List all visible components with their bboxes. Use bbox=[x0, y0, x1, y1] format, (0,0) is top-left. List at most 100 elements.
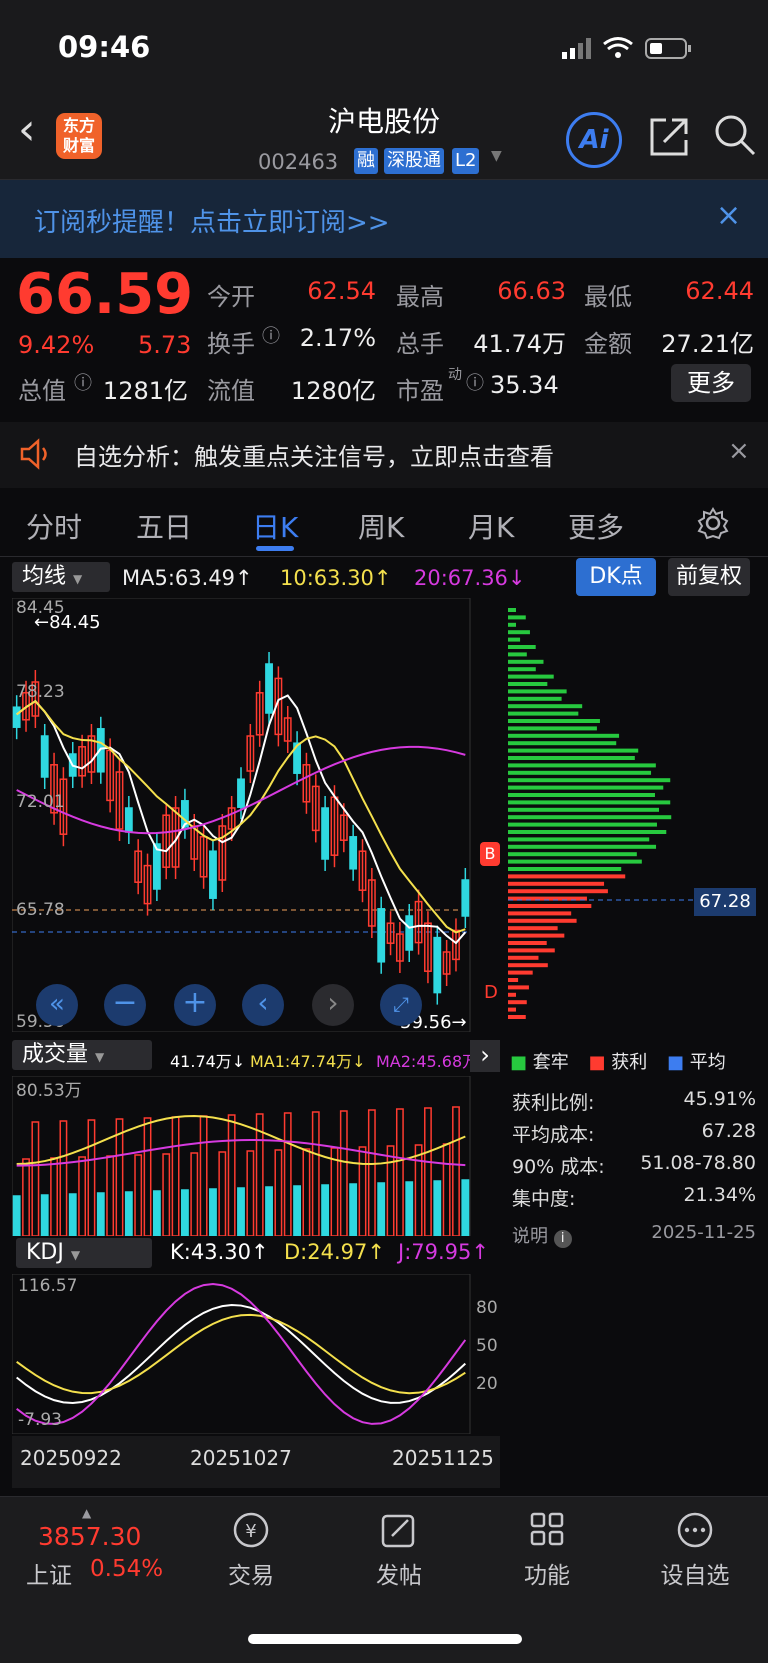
tab-more[interactable]: 更多 bbox=[568, 506, 624, 546]
volume-bar bbox=[106, 1155, 115, 1236]
yen-icon[interactable]: ¥ bbox=[196, 1510, 306, 1559]
volume-bar bbox=[237, 1187, 245, 1236]
current-price: 66.59 bbox=[16, 262, 194, 327]
low-value: 62.44 bbox=[685, 277, 754, 305]
chip-bar bbox=[508, 830, 667, 834]
chip-stat-label: 获利比例: bbox=[512, 1092, 595, 1114]
nav-function[interactable]: 功能 bbox=[492, 1556, 602, 1590]
fullscreen-icon[interactable]: ⤢ bbox=[380, 984, 422, 1026]
grid-icon[interactable] bbox=[492, 1510, 602, 1559]
candle bbox=[349, 836, 358, 870]
more-button[interactable]: 更多 bbox=[671, 364, 751, 402]
index-value[interactable]: 3857.30 bbox=[38, 1522, 141, 1551]
ma10-value: 10:63.30↑ bbox=[280, 566, 392, 590]
next-icon[interactable]: › bbox=[312, 984, 354, 1026]
volume-bar bbox=[59, 1120, 68, 1236]
chip-bar bbox=[508, 659, 544, 664]
edit-icon[interactable] bbox=[344, 1510, 454, 1559]
chip-bar bbox=[508, 785, 664, 790]
kdj-level-50: 50 bbox=[476, 1336, 498, 1356]
chip-legend: ■ 套牢 ■ 获利 ■ 平均 bbox=[510, 1052, 726, 1073]
mcap-value: 1281亿 bbox=[102, 377, 188, 405]
candle bbox=[124, 807, 133, 833]
dk-button[interactable]: DK点 bbox=[576, 558, 656, 596]
chip-bar bbox=[508, 992, 516, 997]
volume-bar bbox=[143, 1117, 152, 1236]
volume-bar bbox=[87, 1119, 96, 1236]
share-icon[interactable] bbox=[646, 114, 692, 160]
banner-text[interactable]: 订阅秒提醒！点击立即订阅>> bbox=[34, 202, 390, 239]
chip-bar bbox=[508, 622, 516, 627]
chip-stat-label: 平均成本: bbox=[512, 1124, 595, 1146]
volume-bar bbox=[134, 1154, 143, 1236]
chip-bar bbox=[508, 674, 554, 679]
kdj-chart[interactable] bbox=[12, 1274, 500, 1434]
pe-label: 市盈 bbox=[396, 377, 444, 405]
ai-button[interactable]: Ai bbox=[566, 112, 622, 168]
kline-chart[interactable] bbox=[12, 598, 500, 1032]
chip-distribution-chart[interactable] bbox=[508, 598, 760, 1032]
chip-note[interactable]: 说明 i bbox=[512, 1222, 572, 1248]
info-icon[interactable]: ⓘ bbox=[74, 369, 92, 395]
info-icon[interactable]: i bbox=[553, 1230, 572, 1248]
chip-bar bbox=[508, 852, 637, 857]
chip-bar bbox=[508, 719, 600, 723]
zoom-out-icon[interactable]: − bbox=[104, 984, 146, 1026]
tab-monthly[interactable]: 月K bbox=[468, 506, 514, 546]
volume-bar bbox=[78, 1156, 87, 1236]
index-pct[interactable]: 0.54% bbox=[90, 1556, 163, 1582]
kdj-min-label: -7.93 bbox=[18, 1410, 62, 1430]
info-icon[interactable]: ⓘ bbox=[466, 369, 484, 395]
candle bbox=[377, 908, 386, 963]
volume-bar bbox=[293, 1185, 302, 1236]
ma5-value: MA5:63.49↑ bbox=[122, 566, 253, 590]
chip-bar bbox=[508, 667, 536, 672]
close-icon[interactable]: × bbox=[728, 436, 750, 466]
ma-select[interactable]: 均线 ▼ bbox=[12, 562, 110, 592]
kdj-level-20: 20 bbox=[476, 1374, 498, 1394]
search-icon[interactable] bbox=[712, 112, 758, 158]
volume-bar bbox=[339, 1110, 348, 1236]
close-icon[interactable]: × bbox=[716, 198, 741, 233]
float-label: 流值 bbox=[207, 377, 255, 405]
nav-trade[interactable]: 交易 bbox=[196, 1556, 306, 1590]
tab-5day[interactable]: 五日 bbox=[136, 506, 192, 546]
chip-bar bbox=[508, 748, 639, 753]
back-icon[interactable]: ‹ bbox=[18, 108, 36, 152]
tab-intraday[interactable]: 分时 bbox=[26, 506, 82, 546]
chip-bar bbox=[508, 822, 657, 827]
nav-post[interactable]: 发帖 bbox=[344, 1556, 454, 1590]
chevron-right-icon[interactable]: › bbox=[470, 1040, 500, 1072]
chevron-down-icon[interactable]: ▼ bbox=[491, 148, 502, 164]
volume-bar bbox=[274, 1149, 283, 1236]
notice-text[interactable]: 自选分析：触发重点关注信号，立即点击查看 bbox=[74, 437, 554, 472]
volume-bar bbox=[124, 1191, 133, 1236]
nav-add-watch[interactable]: 设自选 bbox=[640, 1556, 750, 1590]
chip-bar bbox=[508, 652, 527, 657]
tab-weekly[interactable]: 周K bbox=[358, 506, 404, 546]
candle bbox=[12, 706, 21, 728]
adjust-button[interactable]: 前复权 bbox=[668, 558, 750, 596]
chip-bar bbox=[508, 1015, 526, 1019]
chip-bar bbox=[508, 985, 529, 990]
info-icon[interactable]: ⓘ bbox=[262, 322, 280, 348]
ma20-value: 20:67.36↓ bbox=[414, 566, 526, 590]
vol-ma2: MA2:45.68万 bbox=[376, 1052, 479, 1071]
chip-bar bbox=[508, 682, 548, 686]
volume-bar bbox=[50, 1157, 58, 1236]
chip-date: 2025-11-25 bbox=[651, 1222, 756, 1243]
tab-daily[interactable]: 日K bbox=[252, 506, 298, 546]
vol-select[interactable]: 成交量 ▼ bbox=[12, 1040, 152, 1070]
fast-back-icon[interactable]: « bbox=[36, 984, 78, 1026]
zoom-in-icon[interactable]: + bbox=[174, 984, 216, 1026]
prev-icon[interactable]: ‹ bbox=[242, 984, 284, 1026]
date-label-2: 20251027 bbox=[190, 1446, 292, 1470]
more-icon[interactable] bbox=[640, 1510, 750, 1559]
volume-chart[interactable] bbox=[12, 1076, 500, 1236]
chip-bar bbox=[508, 778, 671, 783]
chip-stat-label: 集中度: bbox=[512, 1188, 576, 1210]
gear-icon[interactable] bbox=[696, 506, 730, 540]
index-name[interactable]: 上证 bbox=[26, 1556, 72, 1590]
triangle-up-icon: ▲ bbox=[82, 1506, 92, 1520]
kdj-select[interactable]: KDJ ▼ bbox=[16, 1238, 152, 1268]
